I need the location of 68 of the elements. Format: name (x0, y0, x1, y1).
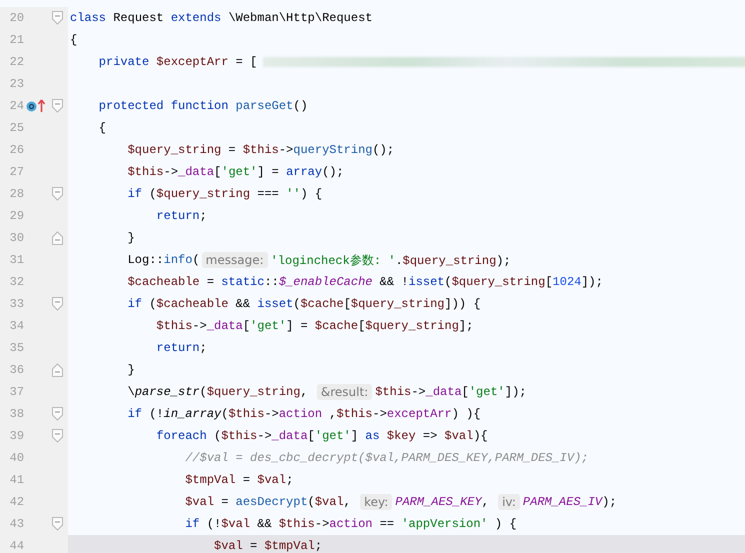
fold-marker-icon[interactable] (52, 407, 63, 421)
line-number: 26 (8, 143, 24, 157)
code-text: PARM_AES_IV); (522, 495, 617, 509)
code-text: { (98, 121, 106, 135)
code-text: if (!$val && $this->action == 'appVersion' ) { (184, 517, 517, 531)
line-number: 39 (8, 429, 24, 443)
code-text: $val = aesDecrypt($val, (184, 495, 352, 509)
line-number: 27 (8, 165, 24, 179)
fold-marker-icon[interactable] (52, 231, 63, 245)
line-number: 36 (8, 363, 24, 377)
code-text: $this->_data['get'] = $cache[$query_string]; (155, 319, 474, 333)
line-number: 43 (8, 517, 24, 531)
code-text: $query_string = $this->queryString(); (126, 143, 394, 157)
code-text: \parse_str($query_string, (126, 385, 309, 399)
code-text: $this->_data['get'] = array(); (126, 165, 344, 179)
override-icon[interactable] (26, 100, 38, 112)
line-number: 28 (8, 187, 24, 201)
line-number: 33 (8, 297, 24, 311)
line-number: 42 (8, 495, 24, 509)
fold-marker-icon[interactable] (52, 187, 63, 201)
line-number: 30 (8, 231, 24, 245)
parameter-hint: message: (202, 252, 268, 268)
code-text: { (70, 33, 78, 47)
code-text: if (!in_array($this->action ,$this->exceptArr) ){ (126, 407, 481, 421)
code-text: if ($query_string === '') { (126, 187, 322, 201)
fold-marker-icon[interactable] (52, 297, 63, 311)
code-text: 'logincheck参数: '.$query_string); (270, 252, 511, 268)
code-text: $tmpVal = $val; (184, 473, 294, 487)
code-text: $this->_data['get']); (375, 385, 526, 399)
fold-marker-icon[interactable] (52, 363, 63, 377)
code-text: Log::info( (126, 253, 200, 267)
code-text: $cacheable = static::$_enableCache && !isset($query_string[1024]); (126, 275, 603, 289)
code-text: } (126, 231, 135, 245)
line-number: 34 (8, 319, 24, 333)
line-number: 41 (8, 473, 24, 487)
line-number: 22 (8, 55, 24, 69)
code-text: if ($cacheable && isset($cache[$query_string])) { (126, 297, 481, 311)
code-text: return; (155, 341, 207, 355)
line-number: 25 (8, 121, 24, 135)
parameter-hint: iv: (498, 494, 520, 510)
code-text: $val = $tmpVal; (213, 539, 322, 553)
line-number: 32 (8, 275, 24, 289)
line-number: 37 (8, 385, 24, 399)
code-text: class Request extends \Webman\Http\Request (70, 11, 372, 25)
up-arrow-icon (38, 99, 46, 113)
line-number: 20 (8, 11, 24, 25)
code-text: foreach ($this->_data['get'] as $key => $val){ (155, 429, 488, 443)
line-number: 29 (8, 209, 24, 223)
line-number: 21 (8, 33, 24, 47)
line-number: 24 (8, 99, 24, 113)
fold-marker-icon[interactable] (52, 99, 63, 113)
line-number: 31 (8, 253, 24, 267)
fold-marker-icon[interactable] (52, 429, 63, 443)
parameter-hint: key: (360, 494, 392, 510)
code-text: return; (155, 209, 207, 223)
line-number: 44 (8, 539, 24, 553)
line-number: 35 (8, 341, 24, 355)
line-number: 38 (8, 407, 24, 421)
fold-marker-icon[interactable] (52, 517, 63, 531)
code-text: private $exceptArr = [ (98, 55, 258, 69)
code-text: } (126, 363, 135, 377)
line-number: 23 (8, 77, 24, 91)
line-number: 40 (8, 451, 24, 465)
code-text: protected function parseGet() (98, 99, 308, 113)
fold-marker-icon[interactable] (52, 11, 63, 25)
code-text: //$val = des_cbc_decrypt($val,PARM_DES_KEY,PARM_DES_IV); (184, 451, 588, 465)
code-text: PARM_AES_KEY, (395, 495, 490, 509)
parameter-hint: &result: (316, 384, 372, 400)
